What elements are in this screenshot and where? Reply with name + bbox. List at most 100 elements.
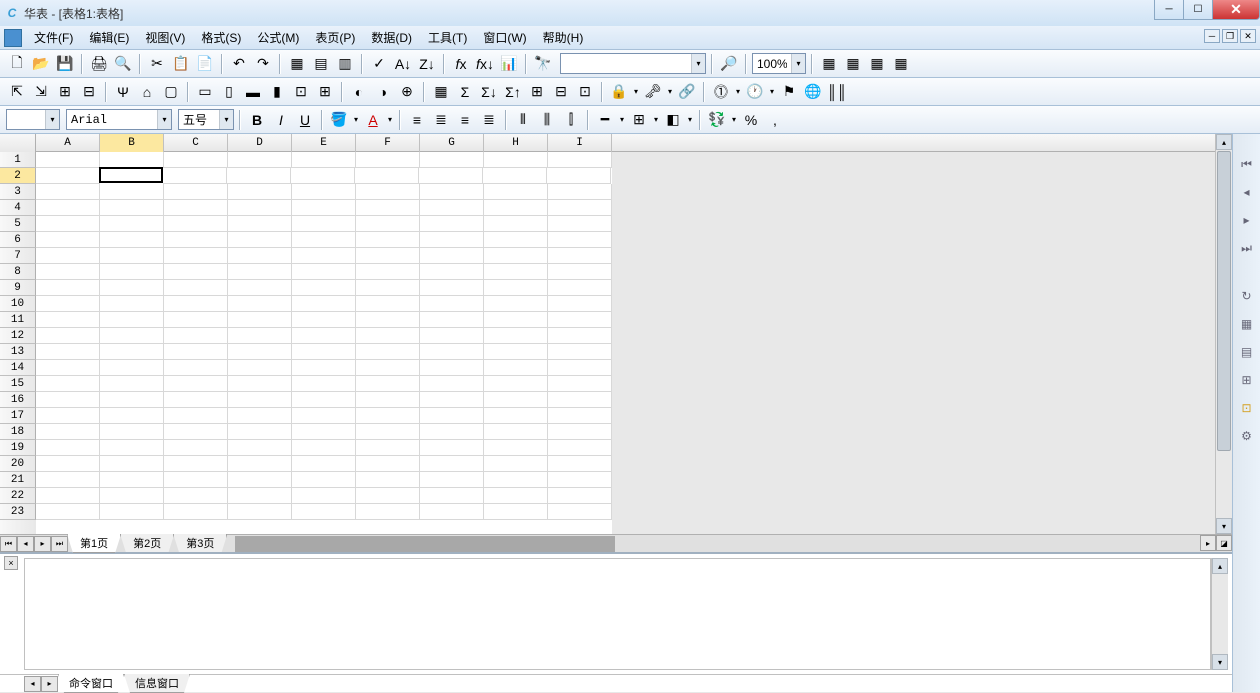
grid1-icon[interactable]: ▦ (286, 53, 308, 75)
menu-sheet[interactable]: 表页(P) (307, 27, 363, 48)
maximize-button[interactable]: ☐ (1183, 0, 1213, 20)
lock-dd[interactable]: ▾ (632, 87, 640, 96)
cell[interactable] (420, 328, 484, 344)
cell[interactable] (100, 376, 164, 392)
row-header[interactable]: 9 (0, 280, 36, 296)
cell[interactable] (292, 280, 356, 296)
cell[interactable] (292, 184, 356, 200)
cell[interactable] (484, 424, 548, 440)
cell[interactable] (548, 312, 612, 328)
cell[interactable] (36, 216, 100, 232)
cell[interactable] (356, 344, 420, 360)
cell[interactable] (100, 296, 164, 312)
close-button[interactable]: ✕ (1212, 0, 1260, 20)
num-icon[interactable]: ⓵ (710, 81, 732, 103)
cell[interactable] (228, 488, 292, 504)
menu-data[interactable]: 数据(D) (363, 27, 420, 48)
cell[interactable] (420, 504, 484, 520)
t2-g-icon[interactable]: ▢ (160, 81, 182, 103)
binoculars-icon[interactable]: 🔭 (532, 53, 554, 75)
rside-c-icon[interactable]: ⊞ (1237, 370, 1257, 390)
row-header[interactable]: 12 (0, 328, 36, 344)
out-scroll-up[interactable]: ▴ (1212, 558, 1228, 574)
cell[interactable] (292, 152, 356, 168)
cell[interactable] (356, 312, 420, 328)
cell[interactable] (548, 184, 612, 200)
cell[interactable] (548, 264, 612, 280)
cell[interactable] (36, 408, 100, 424)
cell[interactable] (292, 216, 356, 232)
undo-icon[interactable]: ↶ (228, 53, 250, 75)
cell[interactable] (484, 152, 548, 168)
out-scroll-down[interactable]: ▾ (1212, 654, 1228, 670)
row-header[interactable]: 2 (0, 168, 36, 184)
cell[interactable] (164, 504, 228, 520)
t2-a-icon[interactable]: ⇱ (6, 81, 28, 103)
row-header[interactable]: 8 (0, 264, 36, 280)
cell[interactable] (548, 504, 612, 520)
bars-icon[interactable]: ║║ (826, 81, 848, 103)
cell[interactable] (356, 216, 420, 232)
row-header[interactable]: 14 (0, 360, 36, 376)
cell[interactable] (228, 360, 292, 376)
cell[interactable] (548, 344, 612, 360)
tab-nav-prev[interactable]: ◂ (17, 536, 34, 552)
cell[interactable] (548, 248, 612, 264)
select-all-corner[interactable] (0, 134, 36, 152)
cell[interactable] (164, 264, 228, 280)
cell[interactable] (164, 296, 228, 312)
row-header[interactable]: 17 (0, 408, 36, 424)
cell[interactable] (292, 312, 356, 328)
cell[interactable] (548, 488, 612, 504)
cell[interactable] (292, 456, 356, 472)
cell[interactable] (484, 280, 548, 296)
cell[interactable] (100, 152, 164, 168)
cell[interactable] (292, 488, 356, 504)
t2-f-icon[interactable]: ⌂ (136, 81, 158, 103)
cell[interactable] (99, 167, 163, 183)
font-size-dd[interactable]: ▾ (219, 110, 233, 129)
cell[interactable] (100, 424, 164, 440)
cell-ref-dd[interactable]: ▾ (45, 110, 59, 129)
lock-icon[interactable]: 🔒 (608, 81, 630, 103)
cell[interactable] (36, 424, 100, 440)
cell[interactable] (228, 280, 292, 296)
cell[interactable] (228, 408, 292, 424)
tab-nav-next[interactable]: ▸ (34, 536, 51, 552)
rside-b-icon[interactable]: ▤ (1237, 342, 1257, 362)
cell[interactable] (228, 376, 292, 392)
t2-r-icon[interactable]: ⊞ (526, 81, 548, 103)
t2-c-icon[interactable]: ⊞ (54, 81, 76, 103)
save-icon[interactable]: 💾 (54, 53, 76, 75)
cell[interactable] (228, 264, 292, 280)
zoom-input[interactable] (753, 54, 791, 73)
mdi-close[interactable]: ✕ (1240, 29, 1256, 43)
cell[interactable] (100, 216, 164, 232)
comma-icon[interactable]: , (764, 109, 786, 131)
cell[interactable] (484, 248, 548, 264)
line-dd[interactable]: ▾ (618, 115, 626, 124)
t2-o-icon[interactable]: ◑ (372, 81, 394, 103)
cell[interactable] (484, 392, 548, 408)
cell[interactable] (356, 472, 420, 488)
cell[interactable] (292, 424, 356, 440)
cell[interactable] (548, 152, 612, 168)
t2-t-icon[interactable]: ⊡ (574, 81, 596, 103)
menu-tools[interactable]: 工具(T) (420, 27, 475, 48)
cell[interactable] (164, 472, 228, 488)
cell[interactable] (356, 200, 420, 216)
cell[interactable] (484, 488, 548, 504)
cell[interactable] (100, 392, 164, 408)
cell[interactable] (36, 376, 100, 392)
cell[interactable] (548, 376, 612, 392)
cell[interactable] (164, 280, 228, 296)
scroll-thumb[interactable] (1217, 151, 1231, 451)
cell[interactable] (36, 152, 100, 168)
t2-p-icon[interactable]: ⊕ (396, 81, 418, 103)
cell[interactable] (100, 440, 164, 456)
row-header[interactable]: 19 (0, 440, 36, 456)
cell[interactable] (420, 440, 484, 456)
cell[interactable] (292, 440, 356, 456)
cell[interactable] (548, 472, 612, 488)
fill-dd[interactable]: ▾ (352, 115, 360, 124)
